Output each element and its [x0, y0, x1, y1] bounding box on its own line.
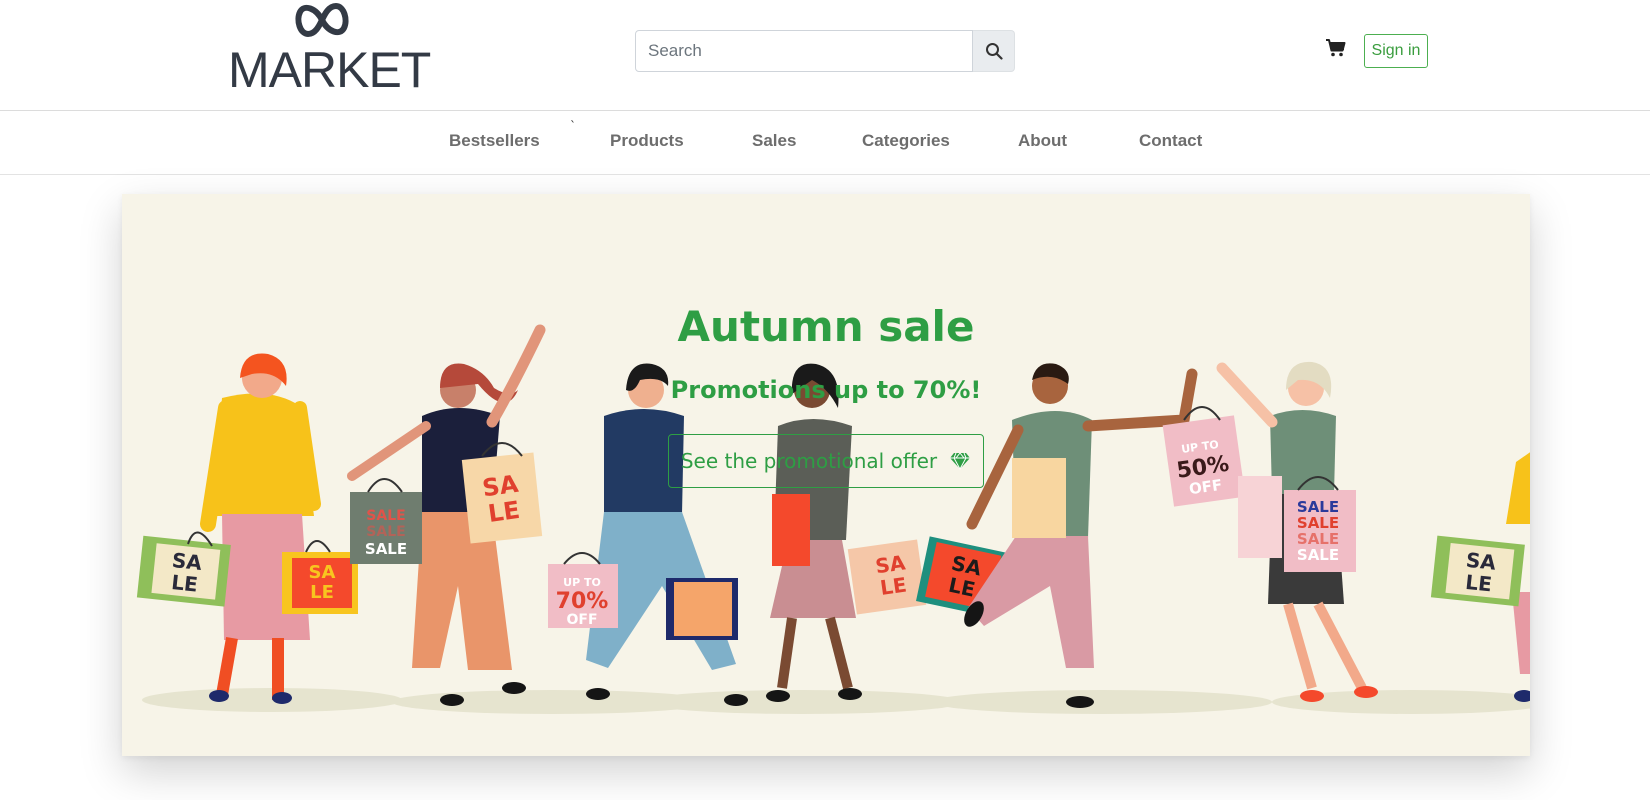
- shopper-4: SA LE SA LE: [766, 363, 1010, 702]
- shopper-1: SA LE SA LE: [136, 353, 358, 704]
- gem-icon: [950, 452, 971, 471]
- nav-products[interactable]: Products: [610, 131, 684, 151]
- shopper-5: UP TO 50% OFF: [964, 363, 1246, 708]
- site-header: MARKET Sign in: [0, 0, 1650, 111]
- cart-button[interactable]: [1324, 36, 1348, 60]
- promo-banner: SA LE SA LE SALE SALE SALE SA LE UP TO 7…: [122, 194, 1530, 756]
- main-nav: ` Bestsellers Products Sales Categories …: [0, 111, 1650, 175]
- bag-le-text: LE: [310, 582, 334, 603]
- nav-bestsellers[interactable]: Bestsellers: [449, 131, 540, 151]
- infinity-logo-icon: [295, 3, 349, 37]
- bag-sale-text: SALE: [366, 524, 405, 540]
- bag-70-text: 70%: [556, 589, 609, 614]
- bag-up-to-text: UP TO: [563, 576, 601, 589]
- search-icon: [985, 43, 1003, 60]
- search-bar: [635, 30, 1015, 72]
- bag-off-text: OFF: [566, 612, 597, 628]
- nav-categories[interactable]: Categories: [862, 131, 950, 151]
- promo-title: Autumn sale: [677, 302, 975, 351]
- bag-sale-text: SALE: [1297, 546, 1339, 564]
- shopper-3: UP TO 70% OFF: [548, 363, 748, 706]
- logo-text: MARKET: [228, 42, 431, 98]
- bag-sa-text: SA: [309, 562, 336, 583]
- shopper-6: SALE SALE SALE SALE: [1216, 361, 1378, 702]
- sign-in-button[interactable]: Sign in: [1364, 34, 1428, 68]
- cart-icon: [1326, 39, 1346, 57]
- see-promotional-offer-button[interactable]: See the promotional offer: [668, 434, 984, 488]
- search-input[interactable]: [635, 30, 973, 72]
- nav-contact[interactable]: Contact: [1139, 131, 1202, 151]
- bag-le-text: LE: [486, 496, 521, 528]
- ground-shadows: [142, 688, 1530, 714]
- market-logo[interactable]: MARKET: [228, 0, 431, 100]
- promo-button-label: See the promotional offer: [680, 449, 938, 473]
- search-button[interactable]: [973, 30, 1015, 72]
- bag-sale-text: SALE: [365, 540, 407, 558]
- nav-sales[interactable]: Sales: [752, 131, 796, 151]
- bag-le-text: LE: [1464, 570, 1493, 597]
- nav-about[interactable]: About: [1018, 131, 1067, 151]
- bag-le-text: LE: [170, 570, 199, 597]
- bag-le-text: LE: [879, 572, 908, 599]
- promo-subtitle: Promotions up to 70%!: [670, 376, 982, 404]
- stray-backtick: `: [570, 119, 576, 133]
- bag-sale-text: SALE: [366, 508, 405, 524]
- shopper-7-partial: SA LE: [1430, 452, 1530, 702]
